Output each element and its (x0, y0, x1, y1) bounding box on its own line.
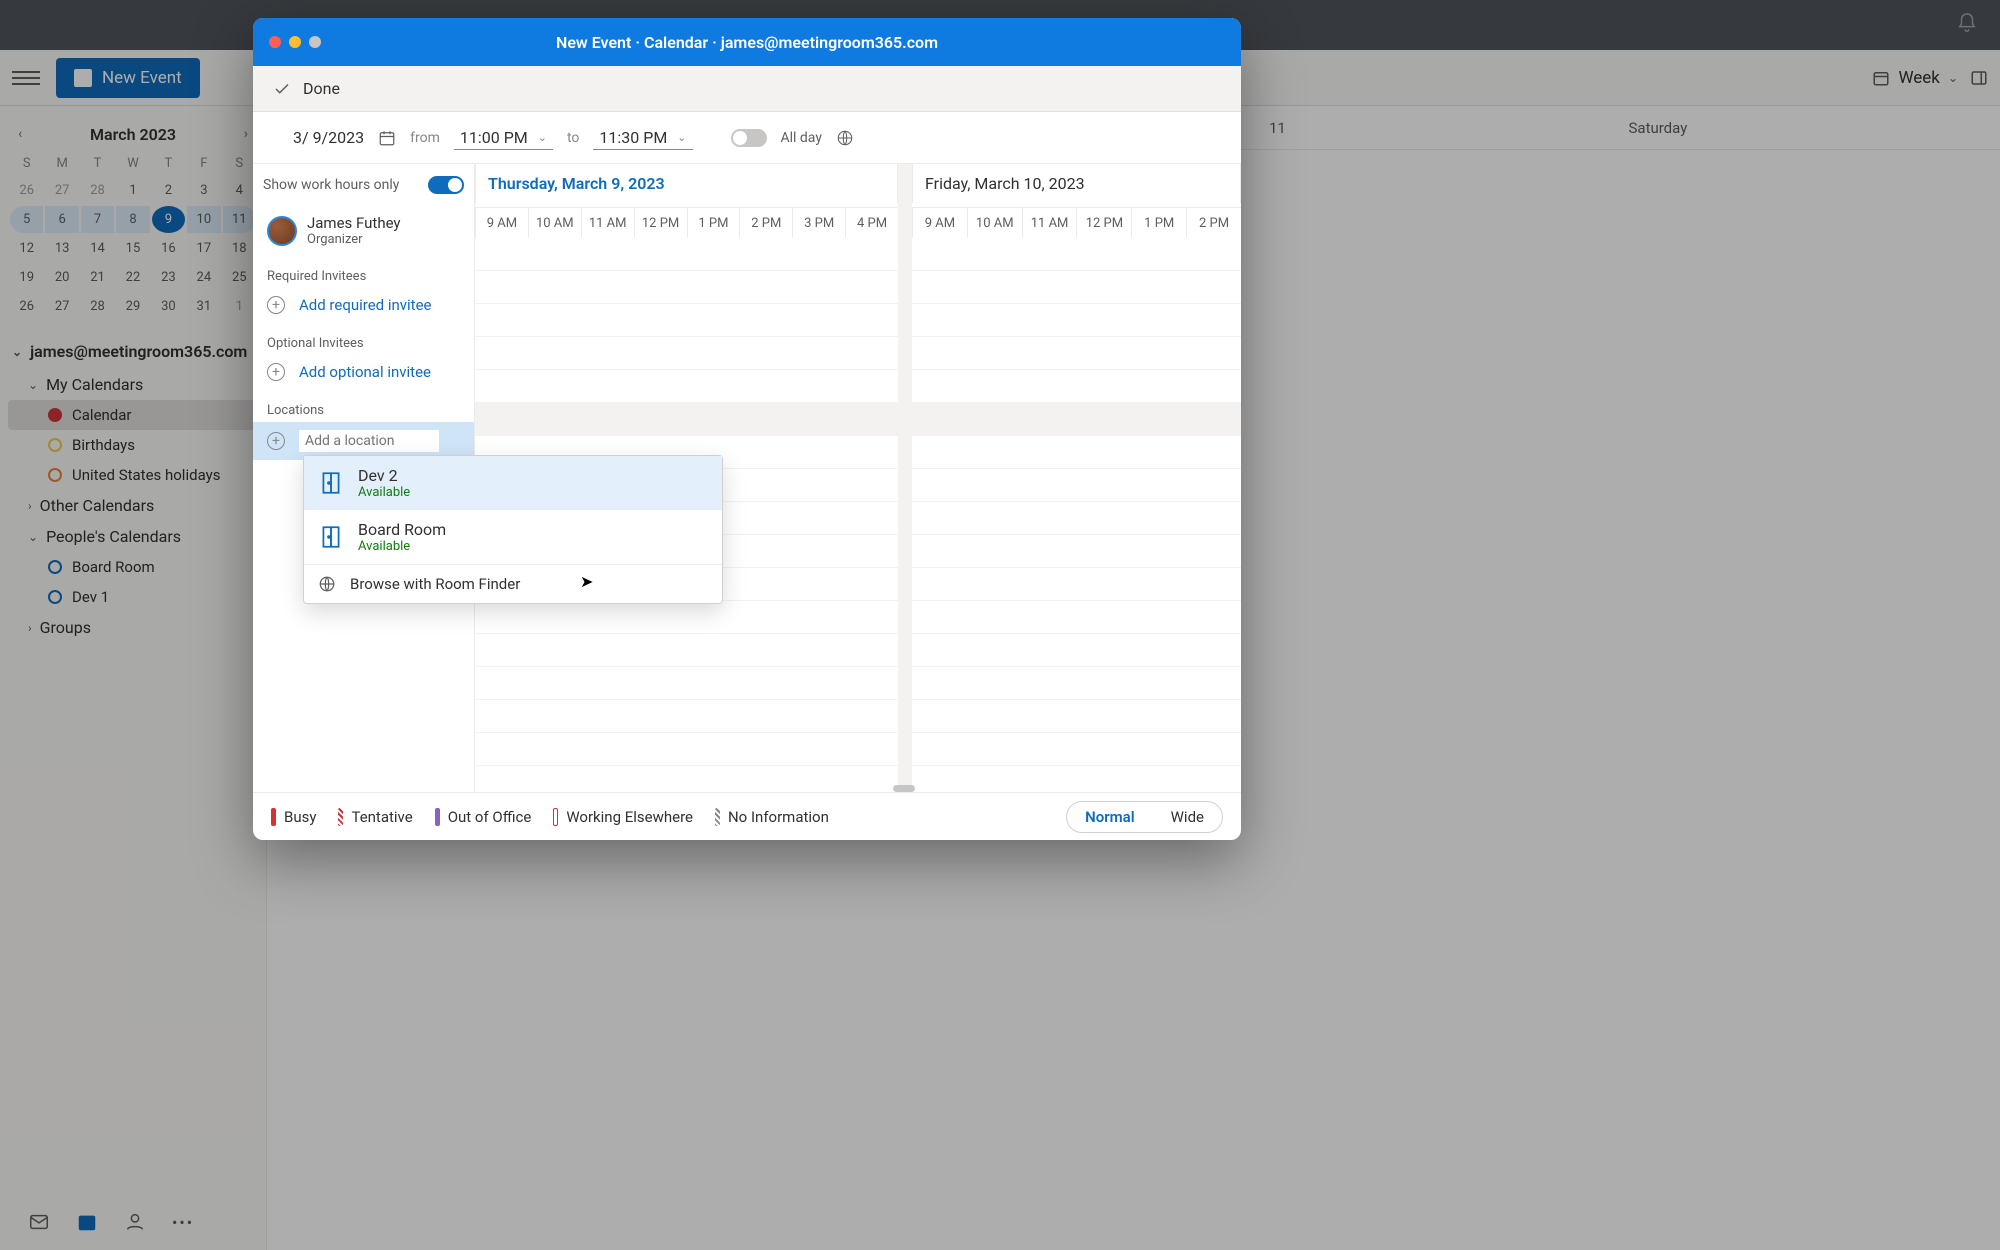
day-header: Thursday, March 9, 2023 (475, 164, 898, 203)
legend-label: Out of Office (448, 808, 532, 826)
location-dropdown: Dev 2AvailableBoard RoomAvailableBrowse … (303, 455, 723, 604)
optional-invitees-label: Optional Invitees (253, 322, 474, 355)
globe-icon (318, 575, 336, 593)
chevron-down-icon: ⌄ (538, 131, 547, 144)
legend-label: Busy (284, 808, 316, 826)
layout-normal[interactable]: Normal (1067, 802, 1152, 832)
add-required-invitee[interactable]: + Add required invitee (253, 288, 474, 322)
mouse-cursor: ➤ (580, 572, 593, 591)
legend-label: No Information (728, 808, 829, 826)
legend-swatch (715, 808, 720, 826)
add-required-label: Add required invitee (299, 296, 432, 314)
layout-wide[interactable]: Wide (1153, 802, 1222, 832)
from-time-select[interactable]: 11:00 PM ⌄ (454, 126, 553, 150)
maximize-window-button[interactable] (309, 36, 321, 48)
legend-item: Tentative (338, 808, 412, 826)
work-hours-label: Show work hours only (263, 177, 399, 193)
hour-label: 9 AM (912, 208, 967, 238)
legend-swatch (338, 808, 343, 826)
calendar-picker-icon[interactable] (378, 129, 396, 147)
from-time-value: 11:00 PM (460, 128, 528, 147)
location-status: Available (358, 485, 410, 500)
layout-toggle[interactable]: Normal Wide (1066, 801, 1223, 833)
event-date[interactable]: 3/ 9/2023 (293, 128, 364, 147)
location-option[interactable]: Board RoomAvailable (304, 510, 722, 564)
plus-icon: + (267, 296, 285, 314)
new-event-modal: New Event · Calendar · james@meetingroom… (253, 18, 1241, 840)
hour-label: 11 AM (581, 208, 634, 238)
chevron-down-icon: ⌄ (677, 131, 686, 144)
legend-label: Tentative (351, 808, 412, 826)
to-time-value: 11:30 PM (599, 128, 667, 147)
location-input[interactable] (299, 430, 439, 452)
plus-icon: + (267, 432, 285, 450)
to-time-select[interactable]: 11:30 PM ⌄ (593, 126, 692, 150)
legend-swatch (271, 808, 276, 826)
timezone-icon[interactable] (836, 129, 854, 147)
hour-label: 1 PM (1131, 208, 1186, 238)
hour-label: 12 PM (634, 208, 687, 238)
hour-label: 1 PM (687, 208, 740, 238)
add-optional-label: Add optional invitee (299, 363, 431, 381)
organizer-avatar (267, 216, 297, 246)
from-label: from (410, 130, 440, 146)
allday-label: All day (781, 130, 822, 146)
hour-label: 11 AM (1022, 208, 1077, 238)
hour-label: 10 AM (967, 208, 1022, 238)
to-label: to (567, 130, 579, 146)
work-hours-toggle[interactable] (428, 176, 464, 194)
done-label: Done (303, 79, 340, 98)
location-name: Board Room (358, 520, 446, 539)
hour-label: 2 PM (739, 208, 792, 238)
browse-label: Browse with Room Finder (350, 575, 520, 593)
horizontal-scrollbar[interactable] (893, 785, 915, 792)
location-option[interactable]: Dev 2Available (304, 456, 722, 510)
location-status: Available (358, 539, 446, 554)
legend-item: Out of Office (435, 808, 532, 826)
hour-label: 3 PM (792, 208, 845, 238)
hour-label: 9 AM (475, 208, 528, 238)
locations-label: Locations (253, 389, 474, 422)
check-icon (273, 80, 291, 98)
legend-label: Working Elsewhere (566, 808, 693, 826)
location-name: Dev 2 (358, 466, 410, 485)
room-icon (318, 470, 344, 496)
hour-label: 10 AM (528, 208, 581, 238)
legend-item: No Information (715, 808, 829, 826)
legend-swatch (553, 808, 558, 826)
legend-item: Busy (271, 808, 316, 826)
modal-title: New Event · Calendar · james@meetingroom… (556, 33, 938, 52)
minimize-window-button[interactable] (289, 36, 301, 48)
day-header: Friday, March 10, 2023 (912, 164, 1241, 203)
organizer-name: James Futhey (307, 214, 401, 232)
organizer-role: Organizer (307, 232, 401, 247)
room-icon (318, 524, 344, 550)
hour-label: 12 PM (1076, 208, 1131, 238)
hour-label: 4 PM (845, 208, 898, 238)
required-invitees-label: Required Invitees (253, 255, 474, 288)
close-window-button[interactable] (269, 36, 281, 48)
plus-icon: + (267, 363, 285, 381)
allday-toggle[interactable] (731, 129, 767, 147)
add-optional-invitee[interactable]: + Add optional invitee (253, 355, 474, 389)
hour-label: 2 PM (1186, 208, 1241, 238)
legend-swatch (435, 808, 440, 826)
browse-room-finder[interactable]: Browse with Room Finder (304, 564, 722, 603)
legend-item: Working Elsewhere (553, 808, 693, 826)
done-button[interactable]: Done (253, 66, 1241, 112)
